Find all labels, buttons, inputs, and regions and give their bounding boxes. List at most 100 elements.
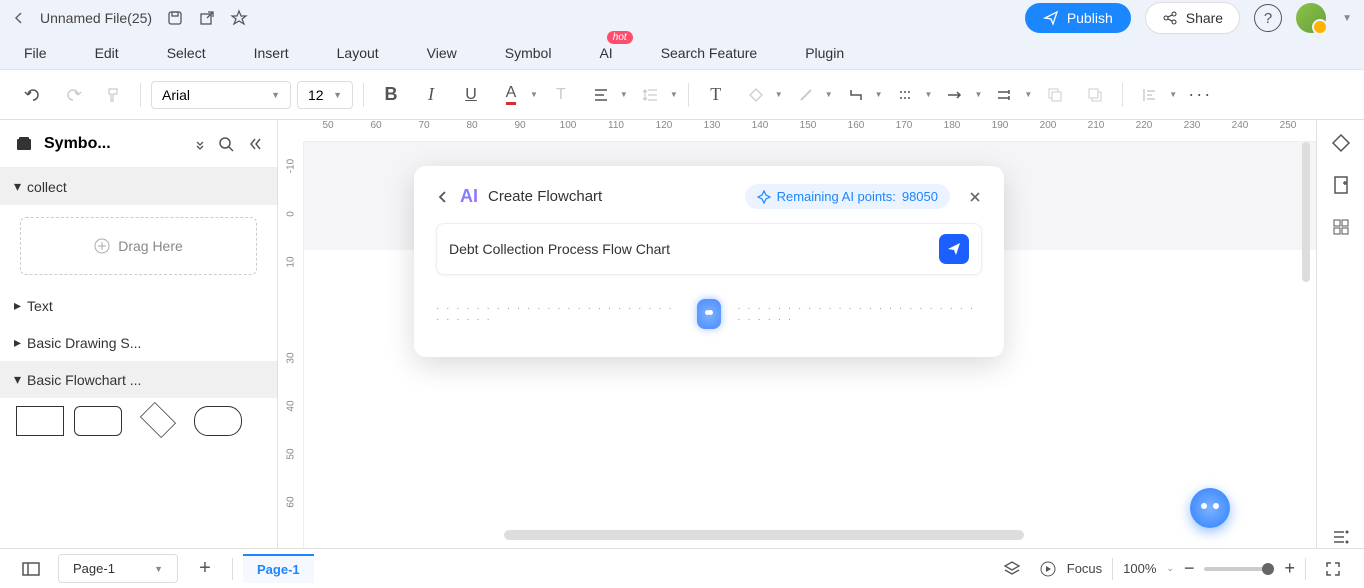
page-dropdown[interactable]: Page-1 ▼ — [58, 554, 178, 583]
right-toolbar — [1316, 120, 1364, 548]
shape-rectangle[interactable] — [16, 406, 64, 436]
canvas-area: 50 60 70 80 90 100 110 120 130 140 150 1… — [278, 120, 1316, 548]
panel-header: Symbo... — [0, 120, 277, 168]
section-basic-flowchart[interactable]: ▾ Basic Flowchart ... — [0, 361, 277, 398]
publish-button[interactable]: Publish — [1025, 3, 1131, 33]
menu-search-feature[interactable]: Search Feature — [661, 45, 758, 61]
titlebar: Unnamed File(25) Publish Share ? ▼ — [0, 0, 1364, 36]
menu-plugin[interactable]: Plugin — [805, 45, 844, 61]
more-button[interactable]: ··· — [1183, 78, 1217, 112]
fill-button[interactable] — [739, 78, 773, 112]
zoom-value[interactable]: 100% — [1123, 561, 1156, 576]
filename[interactable]: Unnamed File(25) — [40, 10, 152, 26]
menu-file[interactable]: File — [24, 45, 47, 61]
undo-button[interactable] — [16, 78, 50, 112]
user-avatar[interactable] — [1296, 3, 1326, 33]
save-icon[interactable] — [166, 9, 184, 27]
settings-list-icon[interactable] — [1330, 526, 1352, 548]
menu-edit[interactable]: Edit — [95, 45, 119, 61]
ai-assistant-float-button[interactable] — [1190, 488, 1230, 528]
section-collect[interactable]: ▾ collect — [0, 168, 277, 205]
zoom-out-button[interactable]: − — [1184, 558, 1195, 579]
size-select[interactable]: 12▼ — [297, 81, 353, 109]
line-end-caret[interactable]: ▼ — [1024, 90, 1032, 99]
text-tool-button[interactable]: T — [699, 78, 733, 112]
layers-icon[interactable] — [995, 552, 1029, 586]
search-icon[interactable] — [217, 135, 235, 153]
star-icon[interactable] — [230, 9, 248, 27]
connector-button[interactable] — [839, 78, 873, 112]
arrow-button[interactable] — [938, 78, 972, 112]
format-painter-button[interactable] — [96, 78, 130, 112]
connector-caret[interactable]: ▼ — [875, 90, 883, 99]
help-button[interactable]: ? — [1254, 4, 1282, 32]
left-panel: Symbo... ▾ collect Drag Here ▸ Text ▸ Ba… — [0, 120, 278, 548]
font-color-caret[interactable]: ▼ — [530, 90, 538, 99]
ai-logo-icon: AI — [460, 186, 478, 207]
menu-symbol[interactable]: Symbol — [505, 45, 552, 61]
line-style-button[interactable] — [889, 78, 923, 112]
zoom-in-button[interactable]: + — [1284, 558, 1295, 579]
focus-toggle[interactable]: Focus — [1039, 560, 1102, 578]
align-button[interactable] — [584, 78, 618, 112]
redo-button[interactable] — [56, 78, 90, 112]
vertical-scrollbar[interactable] — [1302, 142, 1310, 282]
section-basic-drawing[interactable]: ▸ Basic Drawing S... — [0, 324, 277, 361]
section-text[interactable]: ▸ Text — [0, 287, 277, 324]
chevron-right-icon: ▸ — [14, 297, 21, 314]
menu-view[interactable]: View — [427, 45, 457, 61]
horizontal-scrollbar[interactable] — [504, 530, 1024, 540]
font-color-button[interactable]: A — [494, 78, 528, 112]
page-icon[interactable] — [1330, 174, 1352, 196]
add-page-button[interactable]: + — [188, 552, 222, 586]
canvas[interactable]: AI Create Flowchart Remaining AI points:… — [304, 142, 1316, 548]
font-select[interactable]: Arial▼ — [151, 81, 291, 109]
strikethrough-button[interactable]: T — [544, 78, 578, 112]
zoom-slider[interactable] — [1204, 567, 1274, 571]
front-button[interactable] — [1038, 78, 1072, 112]
underline-button[interactable]: U — [454, 78, 488, 112]
collapse-panel-icon[interactable] — [245, 135, 263, 153]
shape-rounded-rect[interactable] — [74, 406, 122, 436]
pages-panel-icon[interactable] — [14, 552, 48, 586]
panel-expand-icon[interactable] — [193, 137, 207, 151]
line-style-caret[interactable]: ▼ — [925, 90, 933, 99]
arrow-caret[interactable]: ▼ — [974, 90, 982, 99]
line-end-button[interactable] — [988, 78, 1022, 112]
align-caret[interactable]: ▼ — [620, 90, 628, 99]
menu-select[interactable]: Select — [167, 45, 206, 61]
align-objects-button[interactable] — [1133, 78, 1167, 112]
line-color-caret[interactable]: ▼ — [825, 90, 833, 99]
share-button[interactable]: Share — [1145, 2, 1240, 34]
back-button-tool[interactable] — [1078, 78, 1112, 112]
fullscreen-icon[interactable] — [1316, 552, 1350, 586]
menu-ai[interactable]: AI hot — [599, 45, 612, 61]
back-button[interactable] — [12, 11, 26, 25]
dialog-back-button[interactable] — [436, 190, 450, 204]
chevron-down-icon: ▾ — [14, 178, 21, 195]
bottombar: Page-1 ▼ + Page-1 Focus 100% ⌄ − + — [0, 548, 1364, 588]
line-spacing-caret[interactable]: ▼ — [670, 90, 678, 99]
ai-points-badge[interactable]: Remaining AI points: 98050 — [745, 184, 950, 209]
grid-icon[interactable] — [1330, 216, 1352, 238]
line-color-button[interactable] — [789, 78, 823, 112]
drag-here-box[interactable]: Drag Here — [20, 217, 257, 275]
bold-button[interactable]: B — [374, 78, 408, 112]
shape-terminator[interactable] — [194, 406, 242, 436]
page-tab-active[interactable]: Page-1 — [243, 554, 314, 583]
export-icon[interactable] — [198, 9, 216, 27]
avatar-caret-icon[interactable]: ▼ — [1342, 13, 1352, 24]
fill-caret[interactable]: ▼ — [775, 90, 783, 99]
zoom-caret[interactable]: ⌄ — [1166, 563, 1174, 574]
theme-icon[interactable] — [1330, 132, 1352, 154]
dialog-close-button[interactable] — [968, 190, 982, 204]
italic-button[interactable]: I — [414, 78, 448, 112]
shape-diamond[interactable] — [140, 402, 176, 438]
ai-send-button[interactable] — [939, 234, 969, 264]
line-spacing-button[interactable] — [634, 78, 668, 112]
align-objects-caret[interactable]: ▼ — [1169, 90, 1177, 99]
menu-insert[interactable]: Insert — [254, 45, 289, 61]
points-icon — [757, 190, 771, 204]
ai-prompt-input[interactable] — [449, 241, 929, 257]
menu-layout[interactable]: Layout — [337, 45, 379, 61]
